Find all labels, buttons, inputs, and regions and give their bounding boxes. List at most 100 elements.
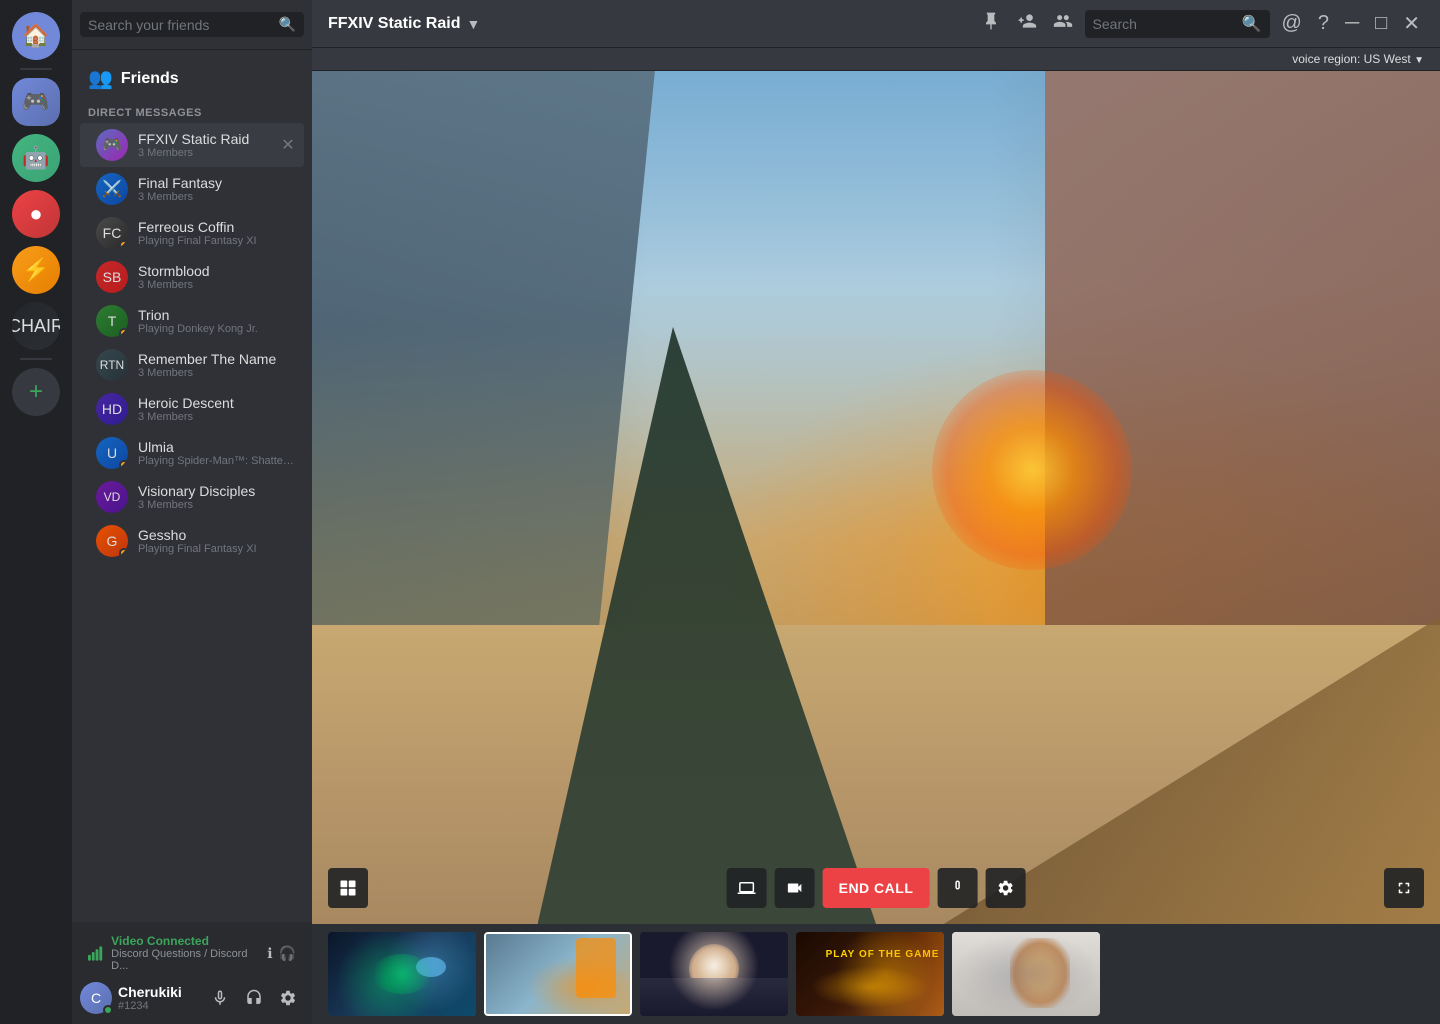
- server-icon-gaming[interactable]: 🎮: [12, 78, 60, 126]
- dm-item-visionary[interactable]: VD Visionary Disciples 3 Members: [80, 475, 304, 519]
- dm-info-ferreous: Ferreous Coffin Playing Final Fantasy XI: [138, 219, 296, 247]
- mute-button[interactable]: [204, 982, 236, 1014]
- maximize-icon[interactable]: □: [1371, 8, 1391, 39]
- dm-item-ffxiv[interactable]: 🎮 FFXIV Static Raid 3 Members ✕: [80, 123, 304, 167]
- dm-sub-rtn: 3 Members: [138, 367, 296, 379]
- topbar-search[interactable]: 🔍: [1085, 10, 1270, 38]
- dm-sub-trion: Playing Donkey Kong Jr.: [138, 323, 296, 335]
- dm-item-ff[interactable]: ⚔️ Final Fantasy 3 Members: [80, 167, 304, 211]
- topbar-search-input[interactable]: [1093, 16, 1236, 32]
- friend-search-wrapper[interactable]: 🔍: [80, 12, 304, 37]
- headphone-icon[interactable]: 🎧: [279, 945, 296, 962]
- friend-search-input[interactable]: [88, 17, 273, 33]
- thumbnail-3[interactable]: [640, 932, 788, 1016]
- dm-name-stormblood: Stormblood: [138, 263, 296, 279]
- dm-item-trion[interactable]: T Trion Playing Donkey Kong Jr.: [80, 299, 304, 343]
- info-icon[interactable]: ℹ: [267, 945, 272, 962]
- thumbnail-4[interactable]: PLAY OF THE GAME: [796, 932, 944, 1016]
- fullscreen-button[interactable]: [1384, 868, 1424, 908]
- dm-list: 🎮 FFXIV Static Raid 3 Members ✕ ⚔️ Final…: [72, 123, 312, 922]
- server-icon-home[interactable]: 🏠: [12, 12, 60, 60]
- server-icon-chair[interactable]: CHAIR: [12, 302, 60, 350]
- dm-sub-gessho: Playing Final Fantasy XI: [138, 543, 296, 555]
- thumbnail-1[interactable]: [328, 932, 476, 1016]
- voice-status-text: Video Connected: [111, 934, 259, 948]
- headphone-small-icon: [245, 989, 263, 1007]
- main-video: END CALL: [312, 71, 1440, 924]
- user-name-area: Cherukiki #1234: [118, 984, 198, 1012]
- server-icon-bot[interactable]: 🤖: [12, 134, 60, 182]
- dm-name-gessho: Gessho: [138, 527, 296, 543]
- server-sidebar: 🏠 🎮 🤖 ● ⚡ CHAIR +: [0, 0, 72, 1024]
- dm-close-ffxiv[interactable]: ✕: [280, 137, 296, 153]
- add-server-button[interactable]: +: [12, 368, 60, 416]
- thumbnail-2[interactable]: [484, 932, 632, 1016]
- thumbnail-strip: PLAY OF THE GAME: [312, 924, 1440, 1024]
- dm-item-ferreous[interactable]: FC Ferreous Coffin Playing Final Fantasy…: [80, 211, 304, 255]
- user-panel: Video Connected Discord Questions / Disc…: [72, 922, 312, 1024]
- screen-share-icon: [738, 879, 756, 897]
- gear-icon: [996, 879, 1014, 897]
- microphone-button[interactable]: [937, 868, 977, 908]
- dm-avatar-ferreous: FC: [96, 217, 128, 249]
- friends-header[interactable]: 👥 Friends: [72, 50, 312, 99]
- voice-connected-section: Video Connected Discord Questions / Disc…: [80, 930, 304, 976]
- dm-info-visionary: Visionary Disciples 3 Members: [138, 483, 296, 511]
- members-icon[interactable]: [1049, 7, 1077, 41]
- signal-icon: [88, 945, 103, 961]
- channel-name: FFXIV Static Raid: [328, 15, 460, 33]
- pin-icon[interactable]: [977, 7, 1005, 41]
- voice-region-value-text[interactable]: US West: [1364, 52, 1411, 66]
- add-member-icon[interactable]: [1013, 7, 1041, 41]
- at-icon[interactable]: @: [1278, 8, 1306, 39]
- server-divider-2: [20, 358, 52, 360]
- user-display-name: Cherukiki: [118, 984, 198, 1000]
- dm-avatar-ff: ⚔️: [96, 173, 128, 205]
- end-call-button[interactable]: END CALL: [823, 868, 930, 908]
- camera-button[interactable]: [775, 868, 815, 908]
- dm-avatar-rtn: RTN: [96, 349, 128, 381]
- dm-sub-ulmia: Playing Spider-Man™: Shattered Dimen...: [138, 455, 296, 467]
- dm-item-rtn[interactable]: RTN Remember The Name 3 Members: [80, 343, 304, 387]
- dm-item-heroic[interactable]: HD Heroic Descent 3 Members: [80, 387, 304, 431]
- settings-button[interactable]: [272, 982, 304, 1014]
- dm-avatar-stormblood: SB: [96, 261, 128, 293]
- dm-item-ulmia[interactable]: U Ulmia Playing Spider-Man™: Shattered D…: [80, 431, 304, 475]
- dm-item-stormblood[interactable]: SB Stormblood 3 Members: [80, 255, 304, 299]
- topbar-search-icon: 🔍: [1242, 14, 1262, 34]
- layout-toggle-button[interactable]: [328, 868, 368, 908]
- server-icon-overwatch[interactable]: ⚡: [12, 246, 60, 294]
- dm-avatar-heroic: HD: [96, 393, 128, 425]
- dm-avatar-gessho: G: [96, 525, 128, 557]
- camera-icon: [786, 879, 804, 897]
- topbar: FFXIV Static Raid ▼ 🔍: [312, 0, 1440, 48]
- voice-icons: ℹ 🎧: [267, 945, 296, 962]
- dm-name-visionary: Visionary Disciples: [138, 483, 296, 499]
- server-divider: [20, 68, 52, 70]
- dm-info-trion: Trion Playing Donkey Kong Jr.: [138, 307, 296, 335]
- dm-name-trion: Trion: [138, 307, 296, 323]
- dm-info-ffxiv: FFXIV Static Raid 3 Members: [138, 131, 270, 159]
- thumbnail-5[interactable]: [952, 932, 1100, 1016]
- user-avatar: C: [80, 982, 112, 1014]
- voice-status-area: Video Connected Discord Questions / Disc…: [111, 934, 259, 972]
- close-icon[interactable]: ✕: [1399, 7, 1424, 40]
- help-icon[interactable]: ?: [1314, 8, 1333, 39]
- user-status-dot: [103, 1005, 113, 1015]
- deafen-button[interactable]: [238, 982, 270, 1014]
- dm-avatar-visionary: VD: [96, 481, 128, 513]
- video-settings-button[interactable]: [985, 868, 1025, 908]
- search-icon: 🔍: [279, 16, 296, 33]
- voice-region-bar: voice region: US West ▼: [312, 48, 1440, 71]
- dm-sub-visionary: 3 Members: [138, 499, 296, 511]
- screen-share-button[interactable]: [727, 868, 767, 908]
- channel-dropdown-icon[interactable]: ▼: [466, 16, 480, 32]
- server-icon-red[interactable]: ●: [12, 190, 60, 238]
- user-controls: C Cherukiki #1234: [80, 980, 304, 1016]
- layout-icon: [339, 879, 357, 897]
- left-panel: 🔍 👥 Friends DIRECT MESSAGES 🎮 FFXIV Stat…: [72, 0, 312, 1024]
- dm-name-heroic: Heroic Descent: [138, 395, 296, 411]
- dm-item-gessho[interactable]: G Gessho Playing Final Fantasy XI: [80, 519, 304, 563]
- minimize-icon[interactable]: ─: [1341, 8, 1363, 39]
- video-controls: END CALL: [727, 868, 1026, 908]
